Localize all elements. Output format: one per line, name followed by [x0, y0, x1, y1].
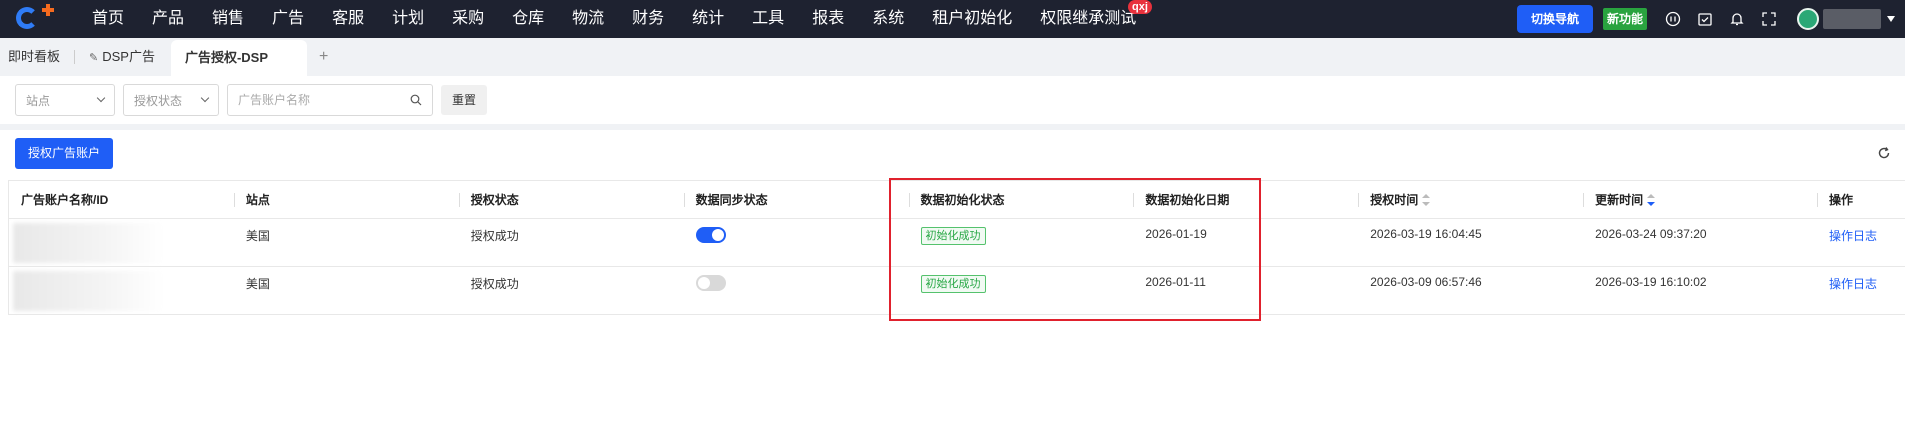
column-header-sync-status: 数据同步状态 [683, 181, 909, 219]
menu-item-plan[interactable]: 计划 [378, 0, 438, 38]
redacted-account-name [13, 271, 163, 311]
auth-time-cell: 2026-03-09 06:57:46 [1370, 275, 1482, 289]
auth-status-placeholder: 授权状态 [134, 93, 183, 108]
menu-item-finance[interactable]: 财务 [618, 0, 678, 38]
refresh-icon[interactable] [1877, 146, 1891, 160]
menu-item-system[interactable]: 系统 [858, 0, 918, 38]
top-navigation-bar: 首页 产品 销售 广告 客服 计划 采购 仓库 物流 财务 统计 工具 报表 系… [0, 0, 1905, 38]
column-header-account: 广告账户名称/ID [21, 192, 109, 207]
init-status-cell: 初始化成功 [909, 267, 1134, 314]
task-check-icon[interactable] [1697, 11, 1713, 27]
status-badge: 初始化成功 [920, 275, 986, 293]
site-select-placeholder: 站点 [26, 93, 51, 108]
reset-button[interactable]: 重置 [441, 85, 488, 115]
app-logo[interactable] [12, 0, 74, 38]
column-header-init-date: 数据初始化日期 [1133, 181, 1358, 219]
sort-icon[interactable] [1422, 194, 1431, 207]
operation-log-link[interactable]: 操作日志 [1829, 277, 1877, 291]
user-badge: qxj [1128, 0, 1152, 14]
menu-item-customer-service[interactable]: 客服 [318, 0, 378, 38]
menu-item-logistics[interactable]: 物流 [558, 0, 618, 38]
operation-log-link[interactable]: 操作日志 [1829, 229, 1877, 243]
sync-toggle[interactable] [695, 275, 726, 291]
chevron-down-icon [200, 93, 210, 103]
column-header-init-status: 数据初始化状态 [908, 181, 1134, 219]
search-icon[interactable] [410, 94, 422, 106]
update-time-cell: 2026-03-24 09:37:20 [1595, 227, 1707, 241]
init-date-cell: 2026-01-19 [1145, 227, 1207, 241]
action-cell: 操作日志 [1817, 267, 1905, 314]
fullscreen-icon[interactable] [1761, 11, 1777, 27]
column-header-auth-status: 授权状态 [458, 181, 684, 219]
account-name-search[interactable] [227, 84, 433, 116]
init-status-cell: 初始化成功 [909, 219, 1134, 266]
sort-desc-icon[interactable] [1647, 194, 1656, 207]
account-cell [9, 267, 234, 314]
menu-item-products[interactable]: 产品 [138, 0, 198, 38]
tab-realtime-dashboard[interactable]: 即时看板 [0, 38, 68, 76]
account-cell [9, 219, 234, 266]
page-tabs: 即时看板 ✎ DSP广告 广告授权-DSP + [0, 38, 1905, 76]
account-name-input[interactable] [238, 93, 398, 107]
status-badge: 初始化成功 [920, 227, 986, 245]
main-menu: 首页 产品 销售 广告 客服 计划 采购 仓库 物流 财务 统计 工具 报表 系… [74, 0, 1150, 38]
auth-status-cell: 授权成功 [470, 277, 519, 291]
update-time-cell: 2026-03-19 16:10:02 [1595, 275, 1707, 289]
header-tools: 切换导航 新功能 [1516, 0, 1905, 38]
action-cell: 操作日志 [1817, 219, 1905, 266]
user-avatar[interactable] [1797, 8, 1819, 30]
add-tab-button[interactable]: + [307, 38, 340, 76]
site-cell: 美国 [245, 229, 270, 243]
switch-navigation-button[interactable]: 切换导航 [1516, 5, 1593, 33]
username-redacted[interactable] [1823, 9, 1881, 29]
ad-accounts-table: 广告账户名称/ID 站点 授权状态 数据同步状态 数据初始化状态 数据初始化日期… [8, 180, 1905, 315]
column-header-actions: 操作 [1817, 181, 1905, 219]
auth-status-cell: 授权成功 [470, 229, 519, 243]
help-icon[interactable] [1665, 11, 1681, 27]
menu-item-statistics[interactable]: 统计 [678, 0, 738, 38]
tab-ad-authorization-dsp[interactable]: 广告授权-DSP [170, 40, 307, 76]
menu-item-sales[interactable]: 销售 [198, 0, 258, 38]
table-header: 广告账户名称/ID 站点 授权状态 数据同步状态 数据初始化状态 数据初始化日期… [9, 181, 1905, 219]
column-header-auth-time[interactable]: 授权时间 [1358, 181, 1583, 219]
new-feature-button[interactable]: 新功能 [1602, 8, 1647, 30]
menu-item-tools[interactable]: 工具 [738, 0, 798, 38]
notification-bell-icon[interactable] [1729, 11, 1745, 27]
menu-item-ads[interactable]: 广告 [258, 0, 318, 38]
sync-status-cell [684, 267, 909, 314]
authorize-ad-account-button[interactable]: 授权广告账户 [15, 138, 114, 169]
column-header-site: 站点 [233, 181, 459, 219]
site-cell: 美国 [245, 277, 270, 291]
tab-dsp-ads[interactable]: ✎ DSP广告 [81, 38, 163, 76]
sync-toggle[interactable] [695, 227, 726, 243]
tab-divider [74, 50, 76, 64]
menu-item-tenant-init[interactable]: 租户初始化 [918, 0, 1026, 38]
user-menu-caret-icon[interactable] [1887, 16, 1895, 22]
auth-status-select[interactable]: 授权状态 [123, 84, 219, 116]
redacted-account-name [13, 223, 163, 263]
filter-bar: 站点 授权状态 重置 [0, 76, 1905, 124]
column-header-update-time[interactable]: 更新时间 [1583, 181, 1817, 219]
menu-item-warehouse[interactable]: 仓库 [498, 0, 558, 38]
menu-item-purchase[interactable]: 采购 [438, 0, 498, 38]
sync-status-cell [684, 219, 909, 266]
table-row: 美国 授权成功 初始化成功 2026-01-11 2026-03-09 06:5… [9, 267, 1905, 315]
auth-time-cell: 2026-03-19 16:04:45 [1370, 227, 1482, 241]
menu-item-home[interactable]: 首页 [74, 0, 138, 38]
content-card: 授权广告账户 广告账户名称/ID 站点 授权状态 数据同步状态 数据初始化状态 … [0, 130, 1905, 435]
table-row: 美国 授权成功 初始化成功 2026-01-19 2026-03-19 16:0… [9, 219, 1905, 267]
pin-icon: ✎ [89, 52, 99, 64]
menu-item-reports[interactable]: 报表 [798, 0, 858, 38]
site-select[interactable]: 站点 [15, 84, 115, 116]
chevron-down-icon [96, 93, 106, 103]
init-date-cell: 2026-01-11 [1145, 275, 1206, 289]
